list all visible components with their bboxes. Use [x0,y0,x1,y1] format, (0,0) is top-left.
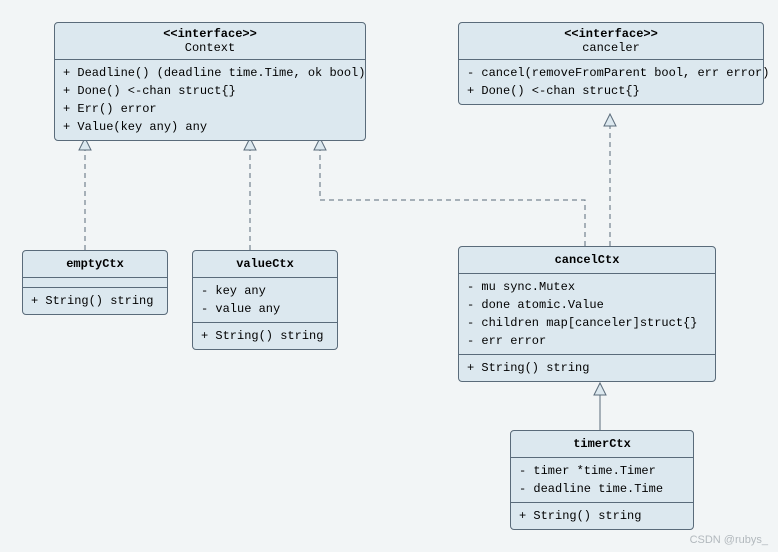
class-name: canceler [469,41,753,55]
fields-compartment: - timer *time.Timer - deadline time.Time [511,458,693,503]
class-name: Context [65,41,355,55]
class-context: <<interface>> Context + Deadline() (dead… [54,22,366,141]
fields-compartment [23,278,167,288]
stereotype: <<interface>> [469,27,753,41]
stereotype: <<interface>> [65,27,355,41]
methods-compartment: + String() string [511,503,693,529]
methods-compartment: - cancel(removeFromParent bool, err erro… [459,60,763,104]
methods-compartment: + String() string [459,355,715,381]
class-canceler: <<interface>> canceler - cancel(removeFr… [458,22,764,105]
class-emptyctx: emptyCtx + String() string [22,250,168,315]
class-title: <<interface>> Context [55,23,365,60]
watermark: CSDN @rubys_ [690,534,768,546]
fields-compartment: - key any - value any [193,278,337,323]
class-timerctx: timerCtx - timer *time.Timer - deadline … [510,430,694,530]
class-name: emptyCtx [23,251,167,278]
class-valuectx: valueCtx - key any - value any + String(… [192,250,338,350]
class-cancelctx: cancelCtx - mu sync.Mutex - done atomic.… [458,246,716,382]
methods-compartment: + String() string [23,288,167,314]
class-title: <<interface>> canceler [459,23,763,60]
methods-compartment: + String() string [193,323,337,349]
fields-compartment: - mu sync.Mutex - done atomic.Value - ch… [459,274,715,355]
methods-compartment: + Deadline() (deadline time.Time, ok boo… [55,60,365,140]
class-name: timerCtx [511,431,693,458]
class-name: cancelCtx [459,247,715,274]
class-name: valueCtx [193,251,337,278]
